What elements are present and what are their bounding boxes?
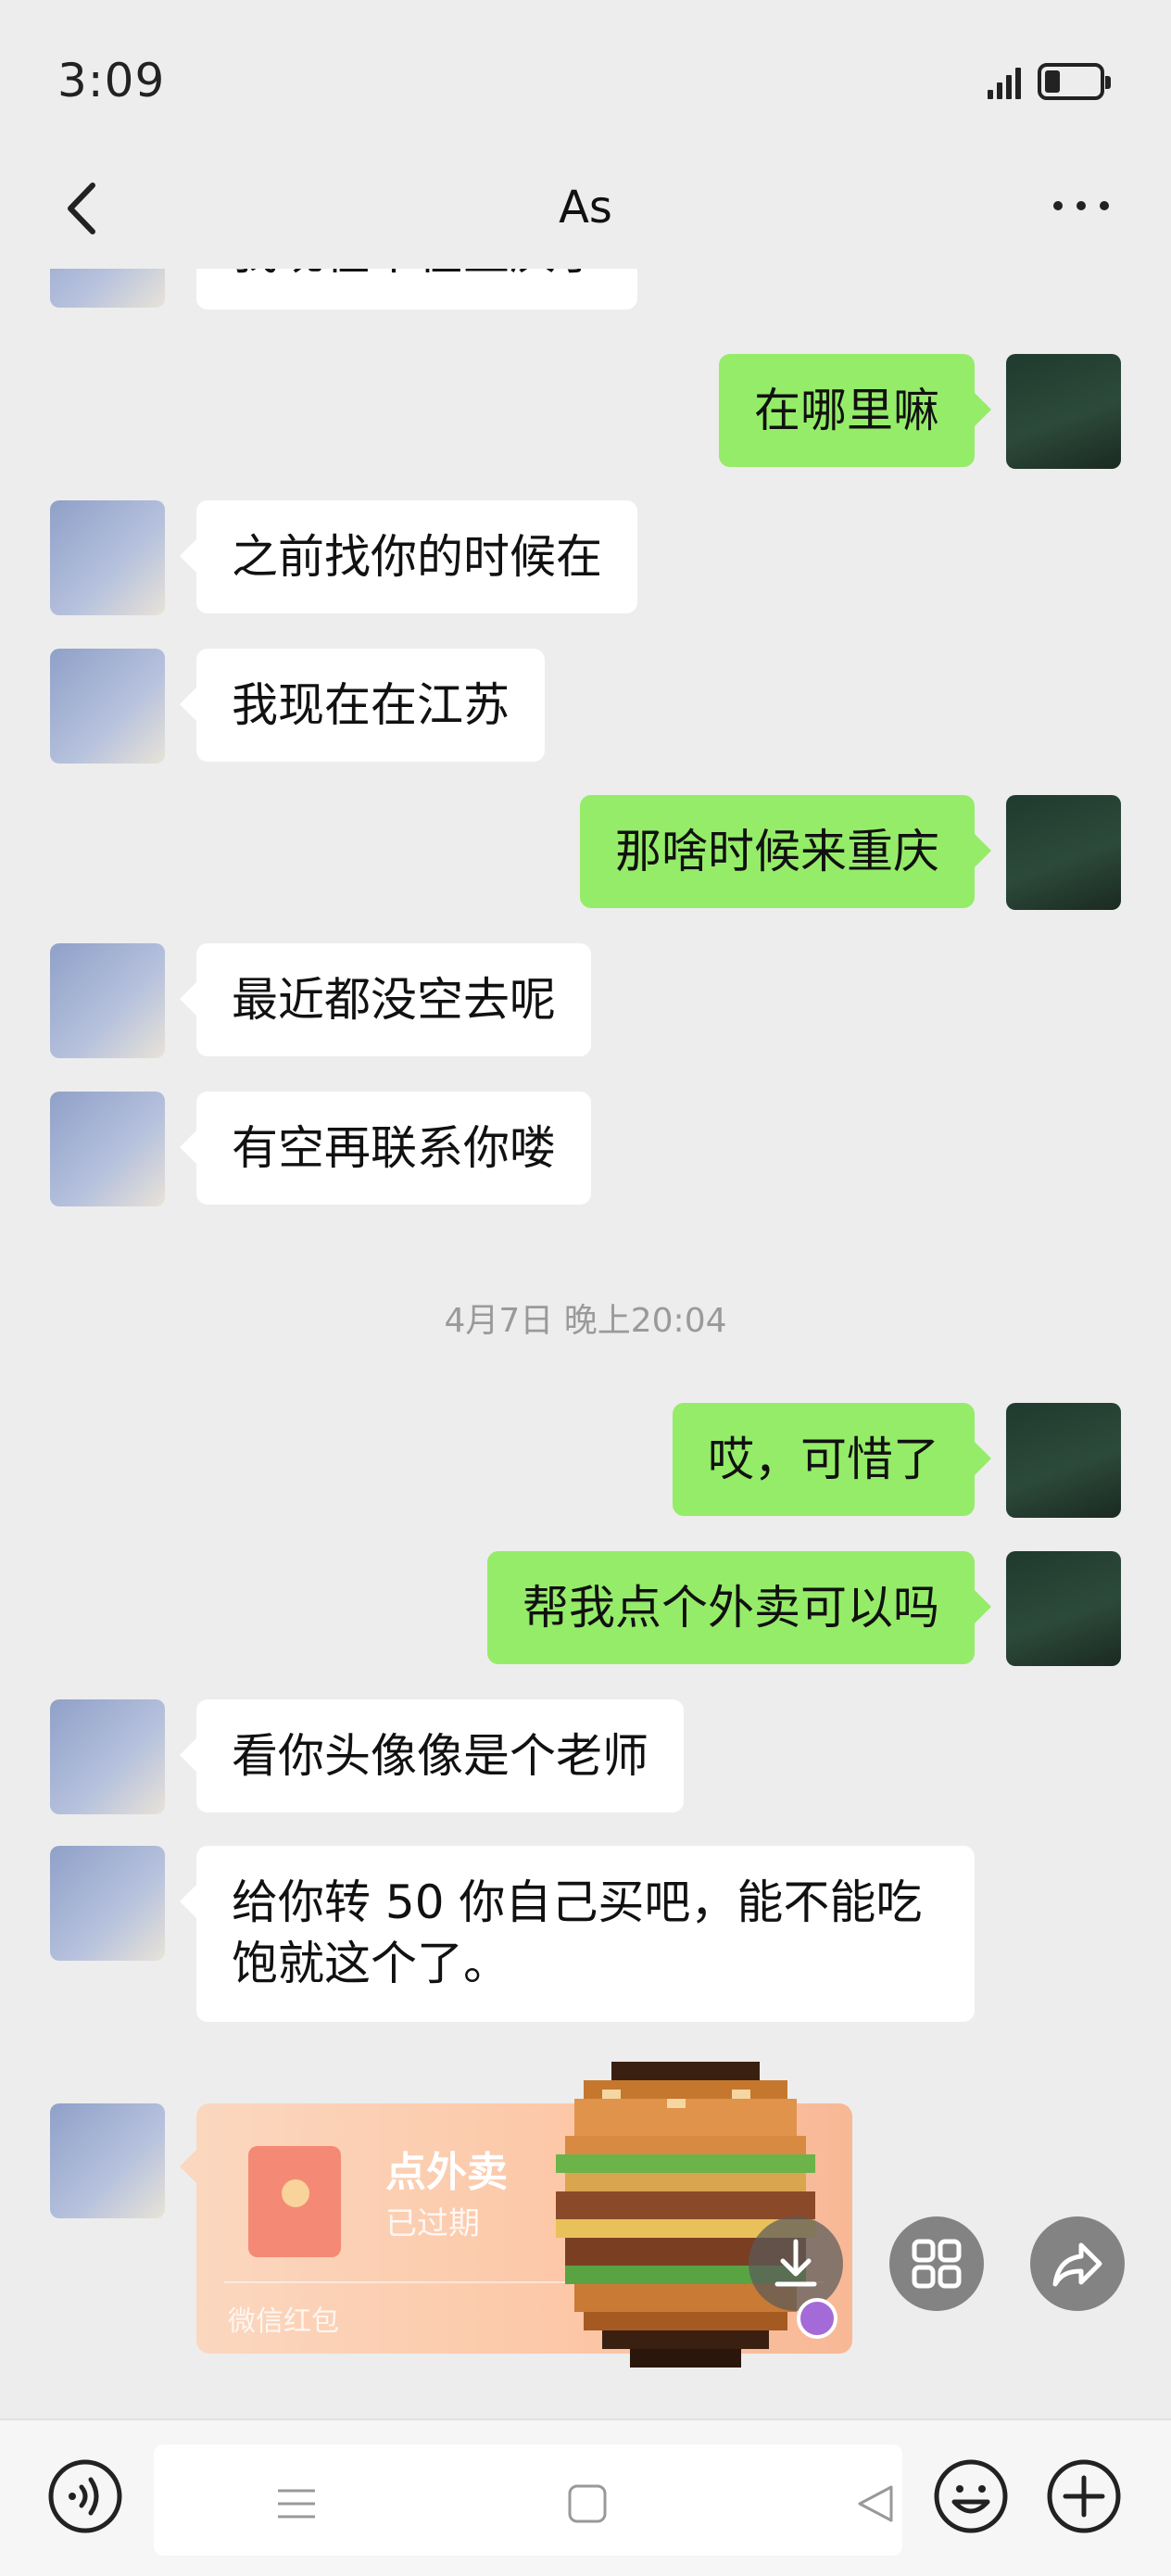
status-time: 3:09 [57, 54, 166, 107]
message-bubble[interactable]: 那啥时候来重庆 [580, 795, 991, 908]
download-button[interactable] [749, 2216, 843, 2311]
my-avatar[interactable] [1006, 795, 1121, 910]
red-packet-status: 已过期 [385, 2205, 480, 2242]
grid-button[interactable] [889, 2216, 984, 2311]
message-bubble[interactable]: 哎，可惜了 [673, 1403, 991, 1516]
message-bubble[interactable]: 看你头像像是个老师 [180, 1699, 684, 1812]
message-input[interactable] [154, 2444, 902, 2556]
contact-avatar[interactable] [50, 943, 165, 1058]
signal-icon [988, 64, 1021, 99]
my-avatar[interactable] [1006, 1403, 1121, 1518]
message-bubble[interactable]: 我现在在江苏 [180, 649, 545, 762]
menu-key-icon[interactable] [276, 2483, 317, 2524]
message-bubble[interactable]: 之前找你的时候在 [180, 500, 637, 613]
red-packet-title: 点外卖 [385, 2149, 508, 2196]
battery-icon [1038, 63, 1111, 100]
grid-icon [912, 2239, 962, 2289]
nav-bar: As [0, 148, 1171, 269]
contact-avatar[interactable] [50, 269, 165, 308]
page-title: As [559, 182, 612, 234]
voice-icon[interactable] [46, 2457, 124, 2535]
red-envelope-icon [248, 2146, 341, 2257]
emoji-icon[interactable] [932, 2457, 1010, 2535]
message-bubble[interactable]: 有空再联系你喽 [180, 1092, 591, 1205]
contact-avatar[interactable] [50, 1699, 165, 1814]
message-bubble[interactable]: 给你转 50 你自己买吧，能不能吃饱就这个了。 [180, 1846, 975, 2022]
sticker-badge-icon [797, 2298, 837, 2339]
ellipsis-icon[interactable] [1049, 187, 1114, 224]
home-key-icon[interactable] [567, 2483, 608, 2524]
red-packet-footer: 微信红包 [228, 2305, 339, 2338]
contact-avatar[interactable] [50, 2103, 165, 2218]
message-bubble[interactable]: 我现在不在重庆了 [180, 269, 637, 309]
contact-avatar[interactable] [50, 500, 165, 615]
share-button[interactable] [1030, 2216, 1125, 2311]
back-key-icon[interactable] [854, 2483, 895, 2524]
my-avatar[interactable] [1006, 354, 1121, 469]
message-bubble[interactable]: 最近都没空去呢 [180, 943, 591, 1056]
message-timestamp: 4月7日 晚上20:04 [444, 1302, 727, 1340]
plus-icon[interactable] [1045, 2457, 1123, 2535]
message-bubble[interactable]: 在哪里嘛 [719, 354, 991, 467]
chat-screen: 3:09 As 我现在不在重庆了 在哪里嘛 之前找你的时候在 我现在在江苏 那啥… [0, 0, 1171, 2576]
download-icon [774, 2239, 817, 2287]
message-bubble[interactable]: 帮我点个外卖可以吗 [487, 1551, 991, 1664]
contact-avatar[interactable] [50, 1092, 165, 1206]
status-icons [988, 63, 1111, 100]
contact-avatar[interactable] [50, 1846, 165, 1961]
my-avatar[interactable] [1006, 1551, 1121, 1666]
contact-avatar[interactable] [50, 649, 165, 764]
share-icon [1052, 2242, 1102, 2287]
